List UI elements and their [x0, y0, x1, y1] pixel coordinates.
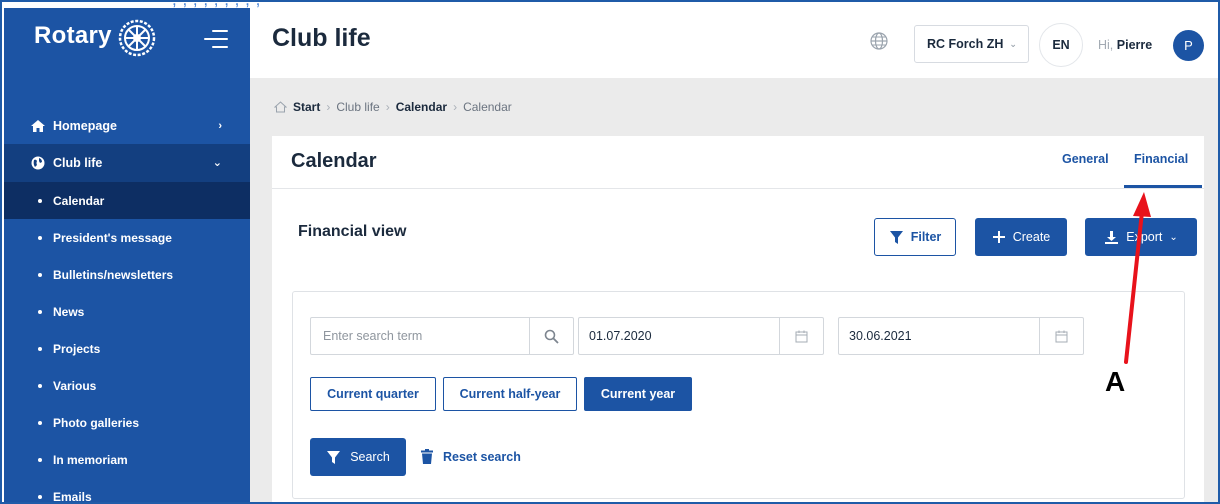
- breadcrumb-start[interactable]: Start: [293, 100, 320, 114]
- sidebar: Rotary Homepage › Club life ⌄ Calendar P…: [4, 8, 250, 504]
- home-icon: [31, 120, 45, 132]
- breadcrumb-current: Calendar: [463, 100, 512, 114]
- filter-button-label: Filter: [910, 230, 942, 244]
- language-button[interactable]: EN: [1039, 23, 1083, 67]
- export-button[interactable]: Export ⌄: [1085, 218, 1197, 256]
- breadcrumb-calendar[interactable]: Calendar: [396, 100, 447, 114]
- sidebar-item-homepage[interactable]: Homepage ›: [4, 108, 250, 144]
- club-selector[interactable]: RC Forch ZH ⌄: [914, 25, 1029, 63]
- sidebar-subitem-in-memoriam[interactable]: In memoriam: [4, 441, 250, 478]
- sidebar-subitem-label: Bulletins/newsletters: [53, 267, 174, 282]
- sidebar-subitem-label: Projects: [53, 341, 101, 356]
- user-greeting: Hi, Pierre: [1098, 38, 1152, 52]
- sidebar-subitem-emails[interactable]: Emails: [4, 478, 250, 504]
- date-from-value: 01.07.2020: [589, 329, 652, 343]
- breadcrumb-separator: ›: [453, 100, 458, 114]
- create-button-label: Create: [1012, 230, 1051, 244]
- card-title: Calendar: [291, 150, 377, 172]
- rotary-logo-text: Rotary: [34, 22, 112, 49]
- chevron-down-icon: ⌄: [1169, 231, 1178, 243]
- calendar-icon[interactable]: [1039, 318, 1083, 354]
- date-to-field[interactable]: 30.06.2021: [838, 317, 1084, 355]
- sidebar-subitem-label: President's message: [53, 230, 172, 245]
- date-to-value: 30.06.2021: [849, 329, 912, 343]
- sidebar-subitem-label: Various: [53, 378, 97, 393]
- greeting-prefix: Hi,: [1098, 38, 1114, 52]
- calendar-card: Calendar General Financial Financial vie…: [272, 136, 1204, 502]
- create-button[interactable]: Create: [975, 218, 1067, 256]
- home-icon[interactable]: [274, 101, 287, 113]
- language-globe-icon[interactable]: [870, 32, 888, 50]
- download-icon: [1105, 230, 1119, 244]
- current-half-year-button[interactable]: Current half-year: [443, 377, 577, 411]
- reset-search-button[interactable]: Reset search: [421, 449, 521, 464]
- rotary-wheel-logo: [118, 19, 156, 57]
- tab-financial[interactable]: Financial: [1134, 152, 1188, 166]
- sidebar-subitem-calendar[interactable]: Calendar: [4, 182, 250, 219]
- screenshot-frame: , , , , , , , , , Rotary Homepage ›: [0, 0, 1220, 504]
- user-name: Pierre: [1116, 38, 1153, 52]
- current-quarter-button[interactable]: Current quarter: [310, 377, 436, 411]
- sidebar-item-club-life[interactable]: Club life ⌄: [4, 144, 250, 182]
- search-button[interactable]: Search: [310, 438, 406, 476]
- menu-toggle-icon[interactable]: [204, 28, 228, 50]
- club-selector-value: RC Forch ZH: [927, 37, 1004, 51]
- breadcrumb: Start › Club life › Calendar › Calendar: [274, 100, 512, 114]
- search-input[interactable]: [311, 319, 531, 353]
- breadcrumb-club-life[interactable]: Club life: [336, 100, 379, 114]
- chevron-down-icon: ⌄: [212, 157, 222, 169]
- search-field: [310, 317, 574, 355]
- sidebar-subitem-various[interactable]: Various: [4, 367, 250, 404]
- filter-button[interactable]: Filter: [874, 218, 956, 256]
- reset-search-label: Reset search: [443, 449, 521, 464]
- page-title: Club life: [272, 24, 371, 52]
- sidebar-subitem-label: Photo galleries: [53, 415, 140, 430]
- annotation-label: A: [1105, 366, 1126, 397]
- sidebar-subitem-label: Emails: [53, 489, 92, 504]
- filter-panel: 01.07.2020 30.06.2021 Current quarter Cu…: [292, 291, 1185, 499]
- filter-icon: [889, 230, 903, 244]
- search-icon[interactable]: [529, 318, 573, 354]
- tab-general[interactable]: General: [1062, 152, 1109, 166]
- top-header: Club life RC Forch ZH ⌄ EN Hi, Pierre P: [250, 8, 1218, 78]
- sidebar-subitem-bulletins[interactable]: Bulletins/newsletters: [4, 256, 250, 293]
- chevron-down-icon: ⌄: [1009, 38, 1017, 49]
- active-tab-indicator: [1124, 185, 1202, 188]
- plus-icon: [992, 231, 1005, 243]
- sidebar-subitem-projects[interactable]: Projects: [4, 330, 250, 367]
- section-title: Financial view: [298, 223, 407, 240]
- date-from-field[interactable]: 01.07.2020: [578, 317, 824, 355]
- current-year-button[interactable]: Current year: [584, 377, 692, 411]
- sidebar-subitem-news[interactable]: News: [4, 293, 250, 330]
- globe-icon: [31, 156, 45, 170]
- avatar[interactable]: P: [1173, 30, 1204, 61]
- export-button-label: Export: [1126, 230, 1163, 244]
- sidebar-nav: Homepage › Club life ⌄ Calendar Presiden…: [4, 108, 250, 504]
- sidebar-subitem-label: In memoriam: [53, 452, 128, 467]
- filter-icon: [327, 450, 341, 464]
- sidebar-subitem-presidents-message[interactable]: President's message: [4, 219, 250, 256]
- sidebar-subitem-label: News: [53, 304, 85, 319]
- sidebar-subitem-photo-galleries[interactable]: Photo galleries: [4, 404, 250, 441]
- breadcrumb-separator: ›: [385, 100, 390, 114]
- breadcrumb-separator: ›: [326, 100, 331, 114]
- sidebar-item-label: Club life: [53, 156, 103, 170]
- card-header: Calendar General Financial: [272, 136, 1204, 189]
- sidebar-subitem-label: Calendar: [53, 193, 105, 208]
- search-button-label: Search: [350, 450, 390, 464]
- trash-icon: [421, 449, 433, 464]
- chevron-right-icon: ›: [218, 120, 222, 132]
- calendar-icon[interactable]: [779, 318, 823, 354]
- sidebar-item-label: Homepage: [53, 119, 117, 133]
